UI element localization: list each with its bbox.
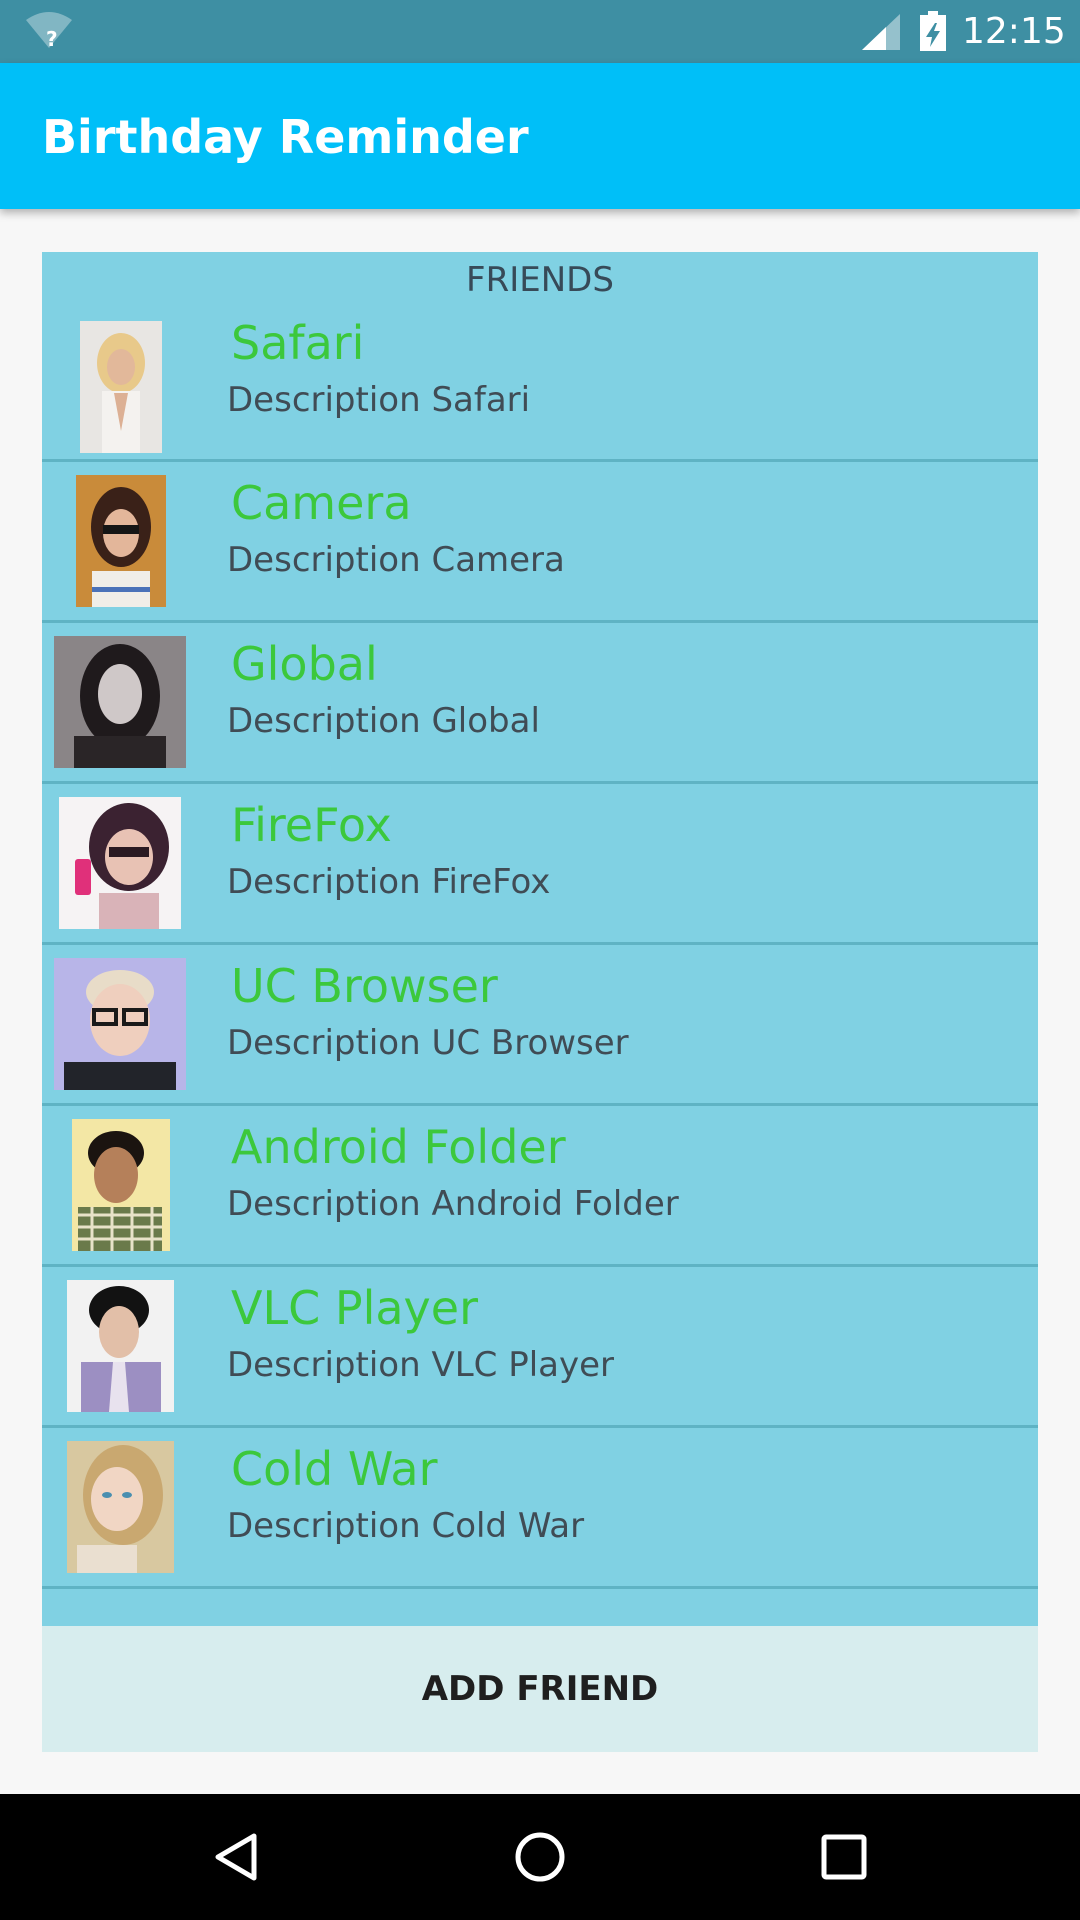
friend-avatar bbox=[67, 1280, 174, 1412]
navigation-bar bbox=[0, 1794, 1080, 1920]
friend-row-global[interactable]: Global Description Global bbox=[42, 623, 1038, 784]
friend-row-camera[interactable]: Camera Description Camera bbox=[42, 462, 1038, 623]
friend-name: Camera bbox=[231, 476, 412, 530]
home-button[interactable] bbox=[480, 1794, 600, 1920]
status-time: 12:15 bbox=[962, 11, 1066, 52]
friend-row-firefox[interactable]: FireFox Description FireFox bbox=[42, 784, 1038, 945]
friend-avatar bbox=[72, 1119, 170, 1251]
friend-avatar bbox=[54, 958, 186, 1090]
friend-description: Description Cold War bbox=[227, 1506, 585, 1546]
friend-avatar bbox=[76, 475, 166, 607]
friend-name: Safari bbox=[231, 316, 365, 370]
app-bar: Birthday Reminder bbox=[0, 63, 1080, 209]
app-title: Birthday Reminder bbox=[42, 110, 529, 164]
friend-name: UC Browser bbox=[231, 959, 498, 1013]
friend-name: Global bbox=[231, 637, 378, 691]
home-circle-icon bbox=[515, 1832, 565, 1882]
friend-name: Android Folder bbox=[231, 1120, 566, 1174]
recents-button[interactable] bbox=[784, 1794, 904, 1920]
friend-avatar bbox=[59, 797, 181, 929]
status-bar: ? 12:15 bbox=[0, 0, 1080, 63]
wifi-unknown-icon: ? bbox=[26, 12, 72, 52]
friends-panel: FRIENDS Safari Description Safari Camera… bbox=[42, 252, 1038, 1626]
friend-name: FireFox bbox=[231, 798, 392, 852]
friend-description: Description VLC Player bbox=[227, 1345, 614, 1385]
friend-description: Description Camera bbox=[227, 540, 565, 580]
friend-description: Description UC Browser bbox=[227, 1023, 629, 1063]
friend-description: Description Safari bbox=[227, 380, 531, 420]
friend-name: VLC Player bbox=[231, 1281, 478, 1335]
svg-text:?: ? bbox=[46, 27, 58, 48]
recents-square-icon bbox=[821, 1834, 867, 1880]
back-triangle-icon bbox=[215, 1833, 257, 1881]
back-button[interactable] bbox=[176, 1794, 296, 1920]
add-friend-button[interactable]: ADD FRIEND bbox=[42, 1626, 1038, 1752]
friend-list[interactable]: Safari Description Safari Camera Descrip… bbox=[42, 314, 1038, 1589]
friend-avatar bbox=[54, 636, 186, 768]
friend-description: Description Android Folder bbox=[227, 1184, 679, 1224]
friend-row-safari[interactable]: Safari Description Safari bbox=[42, 314, 1038, 462]
friend-avatar bbox=[67, 1441, 174, 1573]
battery-charging-icon bbox=[920, 11, 946, 55]
friend-row-vlc-player[interactable]: VLC Player Description VLC Player bbox=[42, 1267, 1038, 1428]
friend-row-android-folder[interactable]: Android Folder Description Android Folde… bbox=[42, 1106, 1038, 1267]
friend-avatar bbox=[80, 320, 162, 453]
friends-header: FRIENDS bbox=[466, 260, 614, 300]
friend-row-uc-browser[interactable]: UC Browser Description UC Browser bbox=[42, 945, 1038, 1106]
friend-name: Cold War bbox=[231, 1442, 438, 1496]
friend-description: Description Global bbox=[227, 701, 540, 741]
friend-description: Description FireFox bbox=[227, 862, 551, 902]
cell-signal-icon bbox=[862, 14, 900, 54]
friend-row-cold-war[interactable]: Cold War Description Cold War bbox=[42, 1428, 1038, 1589]
